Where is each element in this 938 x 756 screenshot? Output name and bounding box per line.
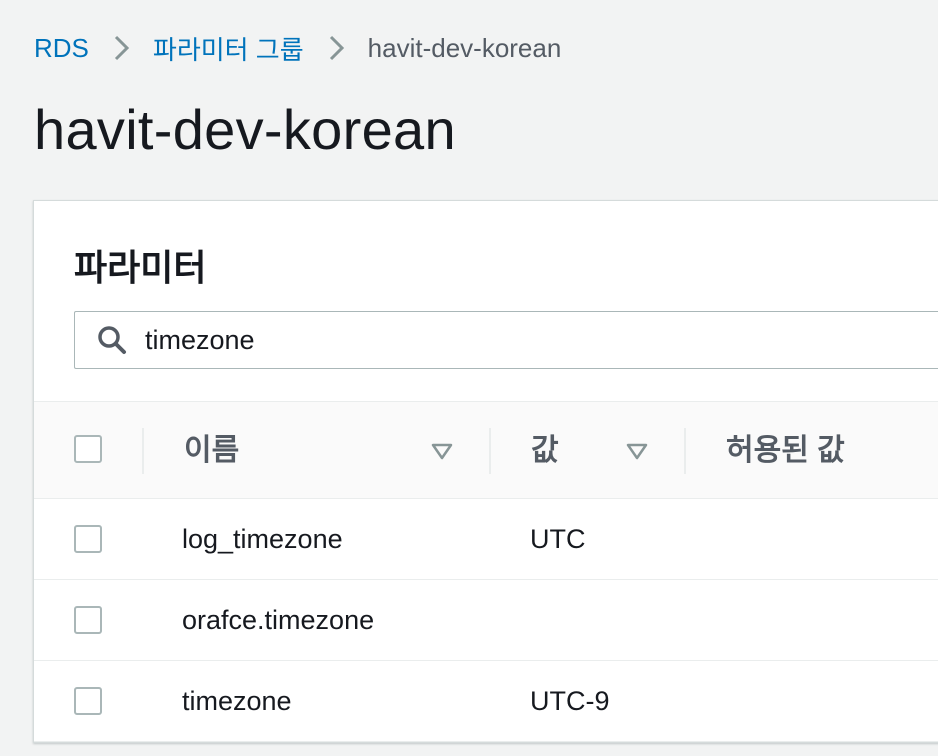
- parameters-panel: 파라미터 이름 값 허용된 값 log_timezone UTC orafce.…: [33, 200, 938, 743]
- page-title: havit-dev-korean: [34, 98, 456, 161]
- parameter-name: timezone: [182, 686, 292, 716]
- table-row[interactable]: log_timezone UTC: [34, 499, 938, 580]
- search-icon: [98, 326, 126, 354]
- table-row[interactable]: timezone UTC-9: [34, 661, 938, 742]
- table-row[interactable]: orafce.timezone: [34, 580, 938, 661]
- row-checkbox[interactable]: [74, 687, 102, 715]
- search-input[interactable]: [145, 320, 925, 360]
- parameter-value: UTC-9: [530, 686, 610, 716]
- breadcrumb: RDS 파라미터 그룹 havit-dev-korean: [34, 30, 561, 66]
- sort-down-icon[interactable]: [624, 438, 650, 464]
- column-header-name[interactable]: 이름: [184, 428, 239, 474]
- panel-title: 파라미터: [74, 247, 207, 288]
- column-divider[interactable]: [684, 428, 686, 474]
- parameter-name: log_timezone: [182, 524, 343, 554]
- parameter-value: UTC: [530, 524, 586, 554]
- parameter-name: orafce.timezone: [182, 605, 375, 635]
- row-checkbox[interactable]: [74, 606, 102, 634]
- parameter-search: [74, 311, 938, 369]
- column-header-allowed-values[interactable]: 허용된 값: [726, 428, 845, 474]
- chevron-right-icon: [103, 30, 139, 66]
- select-all-checkbox[interactable]: [74, 435, 102, 463]
- breadcrumb-link-parameter-groups[interactable]: 파라미터 그룹: [153, 30, 304, 67]
- breadcrumb-link-rds[interactable]: RDS: [34, 33, 89, 64]
- breadcrumb-current: havit-dev-korean: [367, 32, 562, 63]
- table-header: 이름 값 허용된 값: [34, 401, 938, 499]
- column-header-value[interactable]: 값: [531, 428, 559, 474]
- chevron-right-icon: [318, 30, 354, 66]
- sort-down-icon[interactable]: [429, 438, 455, 464]
- column-divider[interactable]: [489, 428, 491, 474]
- column-divider: [142, 428, 144, 474]
- row-checkbox[interactable]: [74, 525, 102, 553]
